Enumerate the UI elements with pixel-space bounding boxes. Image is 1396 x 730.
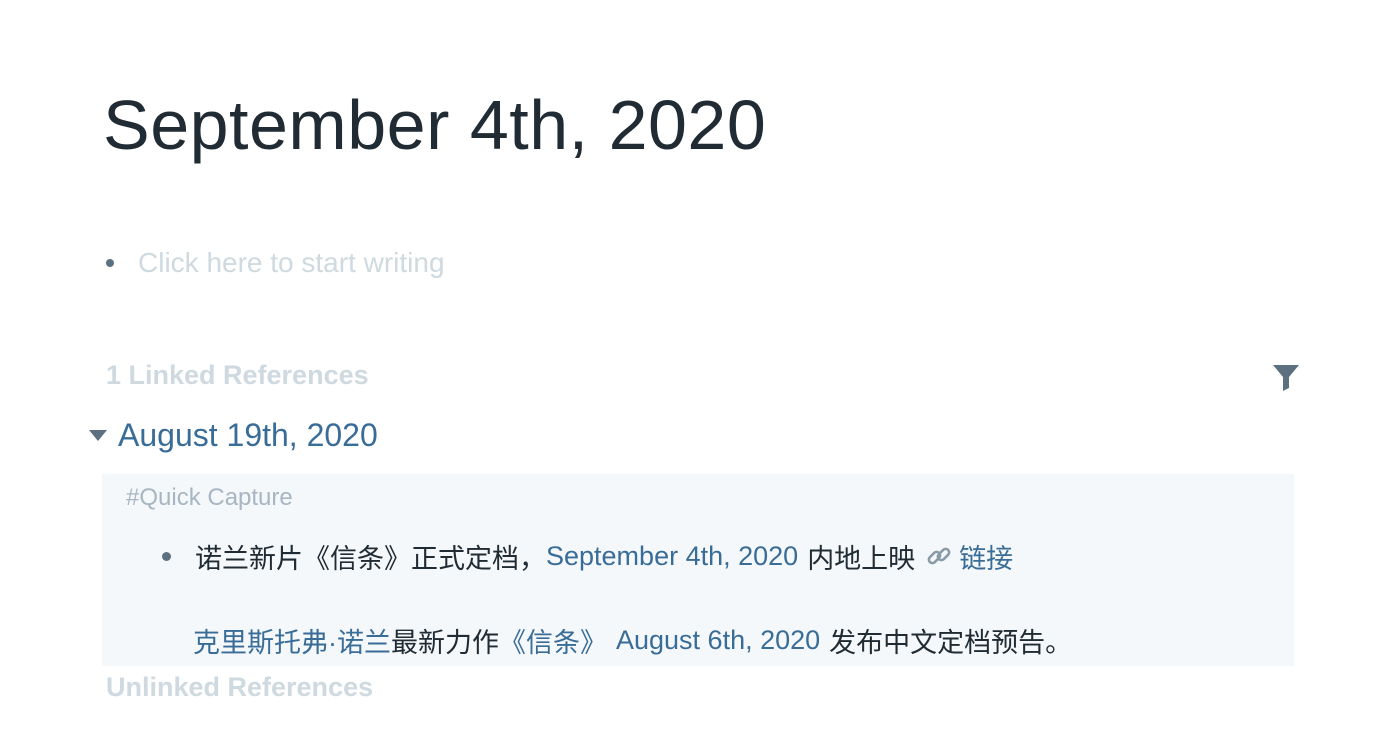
external-link[interactable]: 链接 — [959, 537, 1013, 576]
filter-button[interactable] — [1270, 361, 1302, 393]
linked-references-heading: 1 Linked References — [106, 360, 369, 390]
block-text: 发布中文定档预告。 — [829, 627, 1073, 658]
block-content[interactable]: 诺兰新片《信条》正式定档， September 4th, 2020 内地上映 链… — [195, 537, 1013, 576]
link-icon — [925, 542, 953, 570]
person-page-link[interactable]: 克里斯托弗·诺兰 — [193, 621, 391, 660]
page-title[interactable]: September 4th, 2020 — [103, 82, 766, 168]
caret-down-icon[interactable] — [88, 428, 108, 442]
empty-block[interactable]: Click here to start writing — [106, 246, 445, 280]
editor-placeholder[interactable]: Click here to start writing — [138, 247, 445, 279]
reference-block-container: #Quick Capture 诺兰新片《信条》正式定档， September 4… — [102, 474, 1294, 666]
breadcrumb[interactable]: #Quick Capture — [126, 484, 293, 512]
block-content-line-2[interactable]: 克里斯托弗·诺兰 最新力作 《信条》 August 6th, 2020 发布中文… — [193, 620, 1072, 660]
date-page-link[interactable]: August 6th, 2020 — [616, 625, 820, 656]
reference-block[interactable]: 诺兰新片《信条》正式定档， September 4th, 2020 内地上映 链… — [162, 536, 1013, 576]
block-text: 诺兰新片《信条》正式定档， — [195, 543, 546, 574]
bullet-icon[interactable] — [162, 551, 171, 561]
daily-page: September 4th, 2020 Click here to start … — [0, 0, 1396, 730]
unlinked-references-heading[interactable]: Unlinked References — [106, 672, 373, 703]
reference-group-header: August 19th, 2020 — [88, 414, 378, 456]
date-page-link[interactable]: September 4th, 2020 — [546, 541, 798, 572]
block-text: 最新力作 — [391, 627, 499, 658]
block-text: 内地上映 — [807, 543, 916, 574]
reference-page-title[interactable]: August 19th, 2020 — [118, 417, 378, 454]
bullet-icon[interactable] — [106, 259, 114, 267]
title-page-link[interactable]: 《信条》 — [499, 621, 607, 660]
filter-icon — [1273, 365, 1299, 391]
